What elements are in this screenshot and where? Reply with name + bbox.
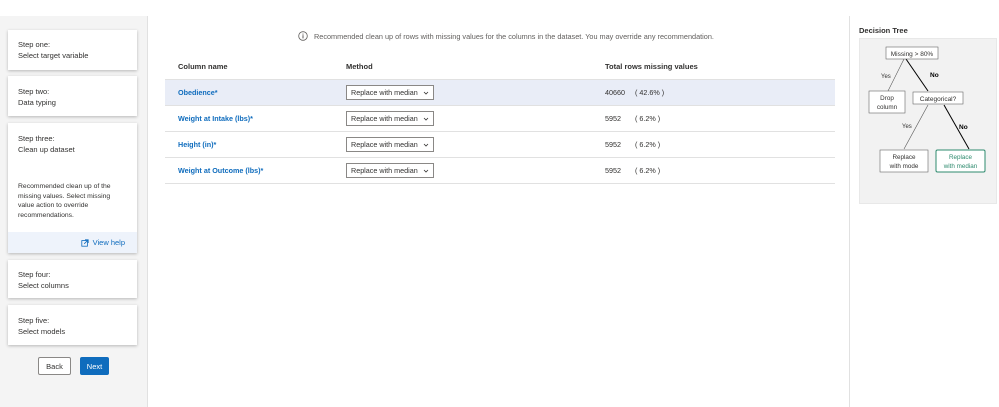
decision-tree-diagram: Missing > 80% Yes No Drop column Categor… [859,38,997,204]
missing-values-table: Column name Method Total rows missing va… [165,54,835,184]
table-row[interactable]: Obedience* Replace with median 40660 ( 4… [165,79,835,106]
missing-count: 5952 [605,166,621,175]
step-three-active[interactable]: Step three: Clean up dataset Recommended… [8,123,137,253]
missing-count: 5952 [605,114,621,123]
edge-no-1 [905,58,929,92]
method-value: Replace with median [351,166,418,175]
node-median-label-2: with median [943,163,978,170]
help-bar: View help [8,232,137,253]
table-row[interactable]: Weight at Intake (lbs)* Replace with med… [165,105,835,132]
column-header-method[interactable]: Method [346,54,605,80]
edge-yes-1-label: Yes [881,74,891,80]
top-bar [0,0,999,16]
edge-yes-2-label: Yes [902,124,912,130]
node-root-label: Missing > 80% [891,51,934,58]
method-dropdown[interactable]: Replace with median [346,137,434,152]
step-value: Data typing [18,98,56,107]
missing-percent: ( 6.2% ) [635,166,661,175]
node-drop-label-2: column [877,104,898,111]
chevron-down-icon [423,169,429,173]
column-name-link[interactable]: Obedience* [165,79,346,106]
missing-percent: ( 6.2% ) [635,140,661,149]
column-name-link[interactable]: Weight at Outcome (lbs)* [165,157,346,184]
step-label: Step three: [18,134,55,143]
method-dropdown[interactable]: Replace with median [346,85,434,100]
chevron-down-icon [423,117,429,121]
wizard-sidebar: Step one: Select target variable Step tw… [0,16,148,407]
edge-no-1-label: No [930,72,939,79]
step-four[interactable]: Step four: Select columns [8,260,137,298]
step-description: Recommended clean up of the missing valu… [18,183,111,219]
step-value: Select columns [18,281,69,290]
missing-count: 5952 [605,140,621,149]
next-button[interactable]: Next [80,357,109,375]
edge-no-2-label: No [959,124,968,131]
step-one[interactable]: Step one: Select target variable [8,30,137,70]
column-name-link[interactable]: Height (in)* [165,131,346,158]
notice-text: Recommended clean up of rows with missin… [314,31,714,41]
method-dropdown[interactable]: Replace with median [346,163,434,178]
missing-percent: ( 42.6% ) [635,88,665,97]
missing-count: 40660 [605,88,625,97]
step-two[interactable]: Step two: Data typing [8,76,137,116]
method-value: Replace with median [351,114,418,123]
step-label: Step five: [18,316,50,325]
back-button[interactable]: Back [38,357,71,375]
table-row[interactable]: Height (in)* Replace with median 5952 ( … [165,131,835,158]
view-help-link[interactable]: View help [93,238,125,247]
node-categorical-label: Categorical? [920,96,957,103]
step-five[interactable]: Step five: Select models [8,305,137,345]
recommendation-notice: Recommended clean up of rows with missin… [298,31,718,41]
info-icon [298,31,308,41]
step-value: Clean up dataset [18,145,75,154]
table-row[interactable]: Weight at Outcome (lbs)* Replace with me… [165,157,835,184]
column-header-name[interactable]: Column name [165,54,346,80]
chevron-down-icon [423,91,429,95]
column-name-link[interactable]: Weight at Intake (lbs)* [165,105,346,132]
chevron-down-icon [423,143,429,147]
column-header-total[interactable]: Total rows missing values [605,54,835,80]
method-dropdown[interactable]: Replace with median [346,111,434,126]
clean-up-panel: Recommended clean up of rows with missin… [148,16,848,407]
node-mode-label-2: with mode [889,163,919,170]
node-median-label-1: Replace [949,154,973,161]
decision-tree-panel: Decision Tree Missing > 80% Yes No Drop … [849,16,999,407]
step-label: Step one: [18,40,51,49]
step-value: Select models [18,327,66,336]
missing-percent: ( 6.2% ) [635,114,661,123]
method-value: Replace with median [351,88,418,97]
external-link-icon [81,238,89,247]
method-value: Replace with median [351,140,418,149]
node-drop-label-1: Drop [880,95,894,102]
step-label: Step two: [18,87,50,96]
step-label: Step four: [18,270,51,279]
decision-tree-title: Decision Tree [859,26,908,35]
node-mode-label-1: Replace [892,154,916,161]
step-value: Select target variable [18,51,89,60]
